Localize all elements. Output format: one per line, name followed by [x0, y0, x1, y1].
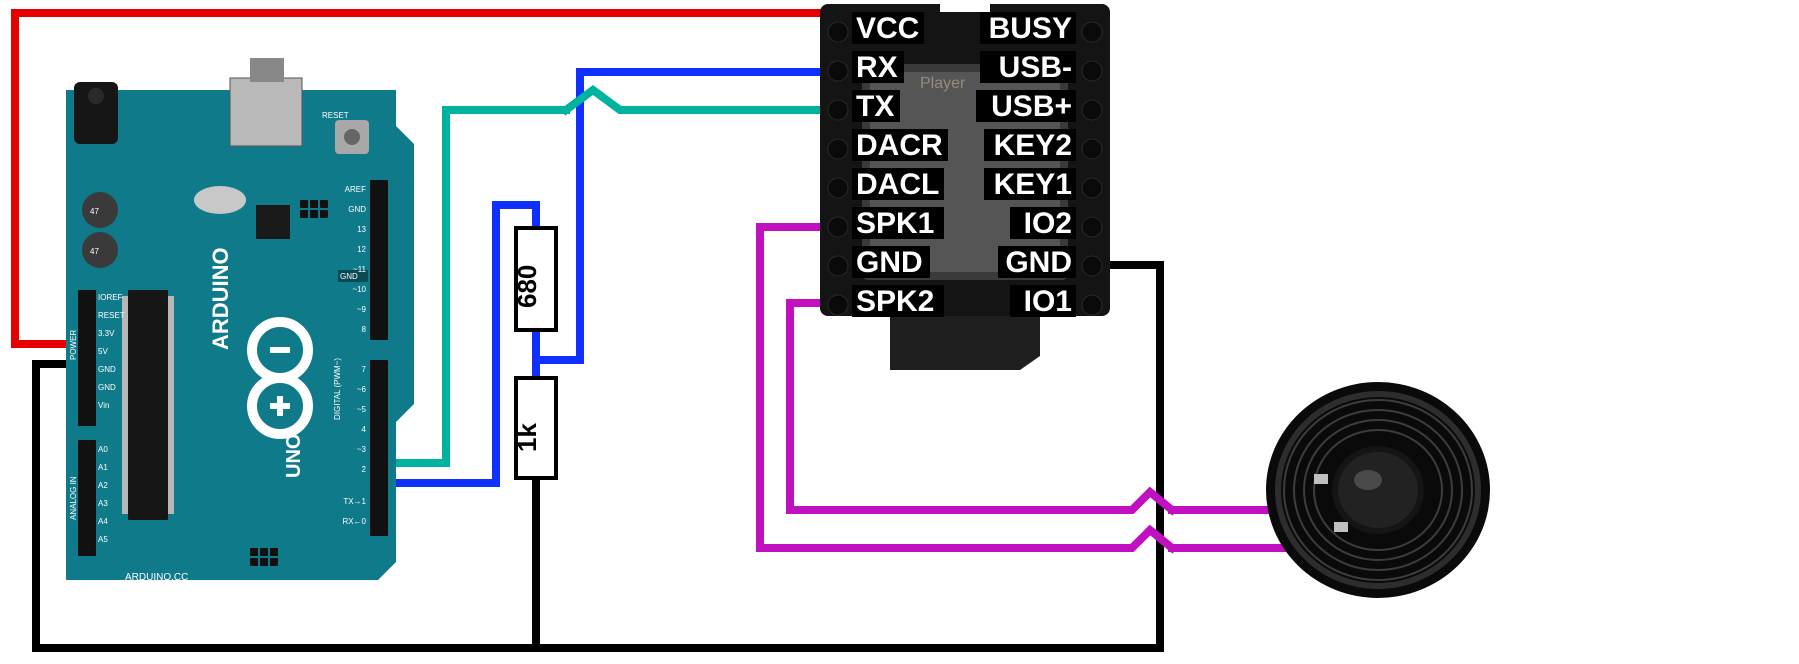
r2-label: 1k: [512, 423, 542, 452]
svg-text:A1: A1: [98, 463, 108, 472]
svg-text:3.3V: 3.3V: [98, 329, 115, 338]
svg-text:4: 4: [362, 425, 367, 434]
svg-text:~10: ~10: [352, 285, 366, 294]
dfplayer-mini: Player VCC RX TX DACR DACL SPK1 GND SPK2…: [820, 0, 1110, 370]
svg-text:DACR: DACR: [856, 129, 943, 162]
svg-text:GND: GND: [98, 365, 116, 374]
svg-text:~3: ~3: [357, 445, 367, 454]
svg-text:USB-: USB-: [999, 51, 1072, 84]
svg-text:VCC: VCC: [856, 12, 919, 45]
svg-text:GND: GND: [98, 383, 116, 392]
svg-text:A4: A4: [98, 517, 108, 526]
svg-text:TX: TX: [856, 90, 894, 123]
svg-text:IO2: IO2: [1024, 207, 1072, 240]
svg-text:~11: ~11: [353, 265, 367, 274]
r1-label: 680: [512, 265, 542, 308]
arduino-url: ARDUINO.CC: [125, 572, 188, 583]
digital-label: DIGITAL (PWM~): [333, 358, 342, 420]
svg-text:TX→1: TX→1: [343, 497, 366, 506]
arduino-uno: RESET 47 47 ARDUINO UNO ARDUINO.CC: [66, 58, 414, 583]
svg-text:KEY1: KEY1: [994, 168, 1072, 201]
arduino-brand: ARDUINO: [208, 247, 233, 350]
resistor-1k: 1k: [512, 378, 556, 478]
svg-text:A0: A0: [98, 445, 108, 454]
svg-text:~5: ~5: [357, 405, 367, 414]
svg-text:2: 2: [362, 465, 367, 474]
svg-text:7: 7: [362, 365, 367, 374]
svg-text:GND: GND: [1005, 246, 1072, 279]
svg-text:A3: A3: [98, 499, 108, 508]
svg-text:RESET: RESET: [98, 311, 125, 320]
speaker: [1266, 382, 1490, 598]
svg-text:Vin: Vin: [98, 401, 109, 410]
svg-text:KEY2: KEY2: [994, 129, 1072, 162]
analog-label: ANALOG IN: [69, 476, 78, 520]
svg-text:IO1: IO1: [1024, 285, 1072, 318]
reset-label: RESET: [322, 111, 349, 120]
svg-text:~9: ~9: [357, 305, 367, 314]
svg-text:RX←0: RX←0: [342, 517, 366, 526]
svg-text:13: 13: [357, 225, 366, 234]
svg-text:12: 12: [357, 245, 366, 254]
svg-text:~6: ~6: [357, 385, 367, 394]
dfplayer-chip-text: Player: [920, 75, 966, 92]
svg-text:AREF: AREF: [345, 185, 366, 194]
svg-text:5V: 5V: [98, 347, 108, 356]
svg-text:RX: RX: [856, 51, 898, 84]
resistor-680: 680: [512, 228, 556, 330]
svg-text:GND: GND: [856, 246, 923, 279]
svg-text:47: 47: [90, 207, 99, 216]
power-label: POWER: [69, 330, 78, 360]
svg-text:A5: A5: [98, 535, 108, 544]
svg-text:BUSY: BUSY: [989, 12, 1072, 45]
wiring-diagram: RESET 47 47 ARDUINO UNO ARDUINO.CC: [0, 0, 1799, 664]
svg-text:USB+: USB+: [991, 90, 1072, 123]
svg-text:SPK2: SPK2: [856, 285, 934, 318]
svg-text:IOREF: IOREF: [98, 293, 123, 302]
svg-text:GND: GND: [348, 205, 366, 214]
svg-text:SPK1: SPK1: [856, 207, 934, 240]
svg-text:8: 8: [362, 325, 367, 334]
svg-text:47: 47: [90, 247, 99, 256]
svg-text:DACL: DACL: [856, 168, 939, 201]
arduino-model: UNO: [283, 434, 305, 478]
svg-text:A2: A2: [98, 481, 108, 490]
wire-dfplayer-tx-seg1: [566, 90, 833, 110]
